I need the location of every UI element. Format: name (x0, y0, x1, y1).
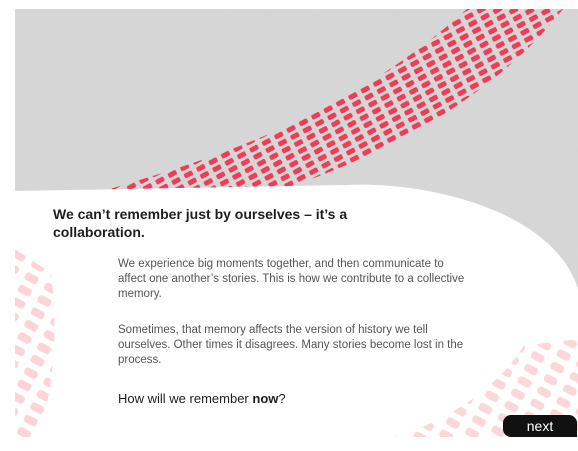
question-suffix: ? (278, 391, 286, 406)
question-emphasis: now (252, 391, 279, 406)
next-button[interactable]: next (503, 415, 577, 437)
body-paragraph-1: We experience big moments together, and … (118, 258, 465, 300)
body-paragraph-2: Sometimes, that memory affects the versi… (118, 324, 464, 366)
slide-stage: We can’t remember just by ourselves – it… (15, 9, 578, 437)
headline: We can’t remember just by ourselves – it… (53, 206, 348, 240)
content-card: We can’t remember just by ourselves – it… (15, 9, 578, 437)
question-prefix: How will we remember (118, 391, 253, 406)
question-text: How will we remember now? (118, 390, 286, 408)
